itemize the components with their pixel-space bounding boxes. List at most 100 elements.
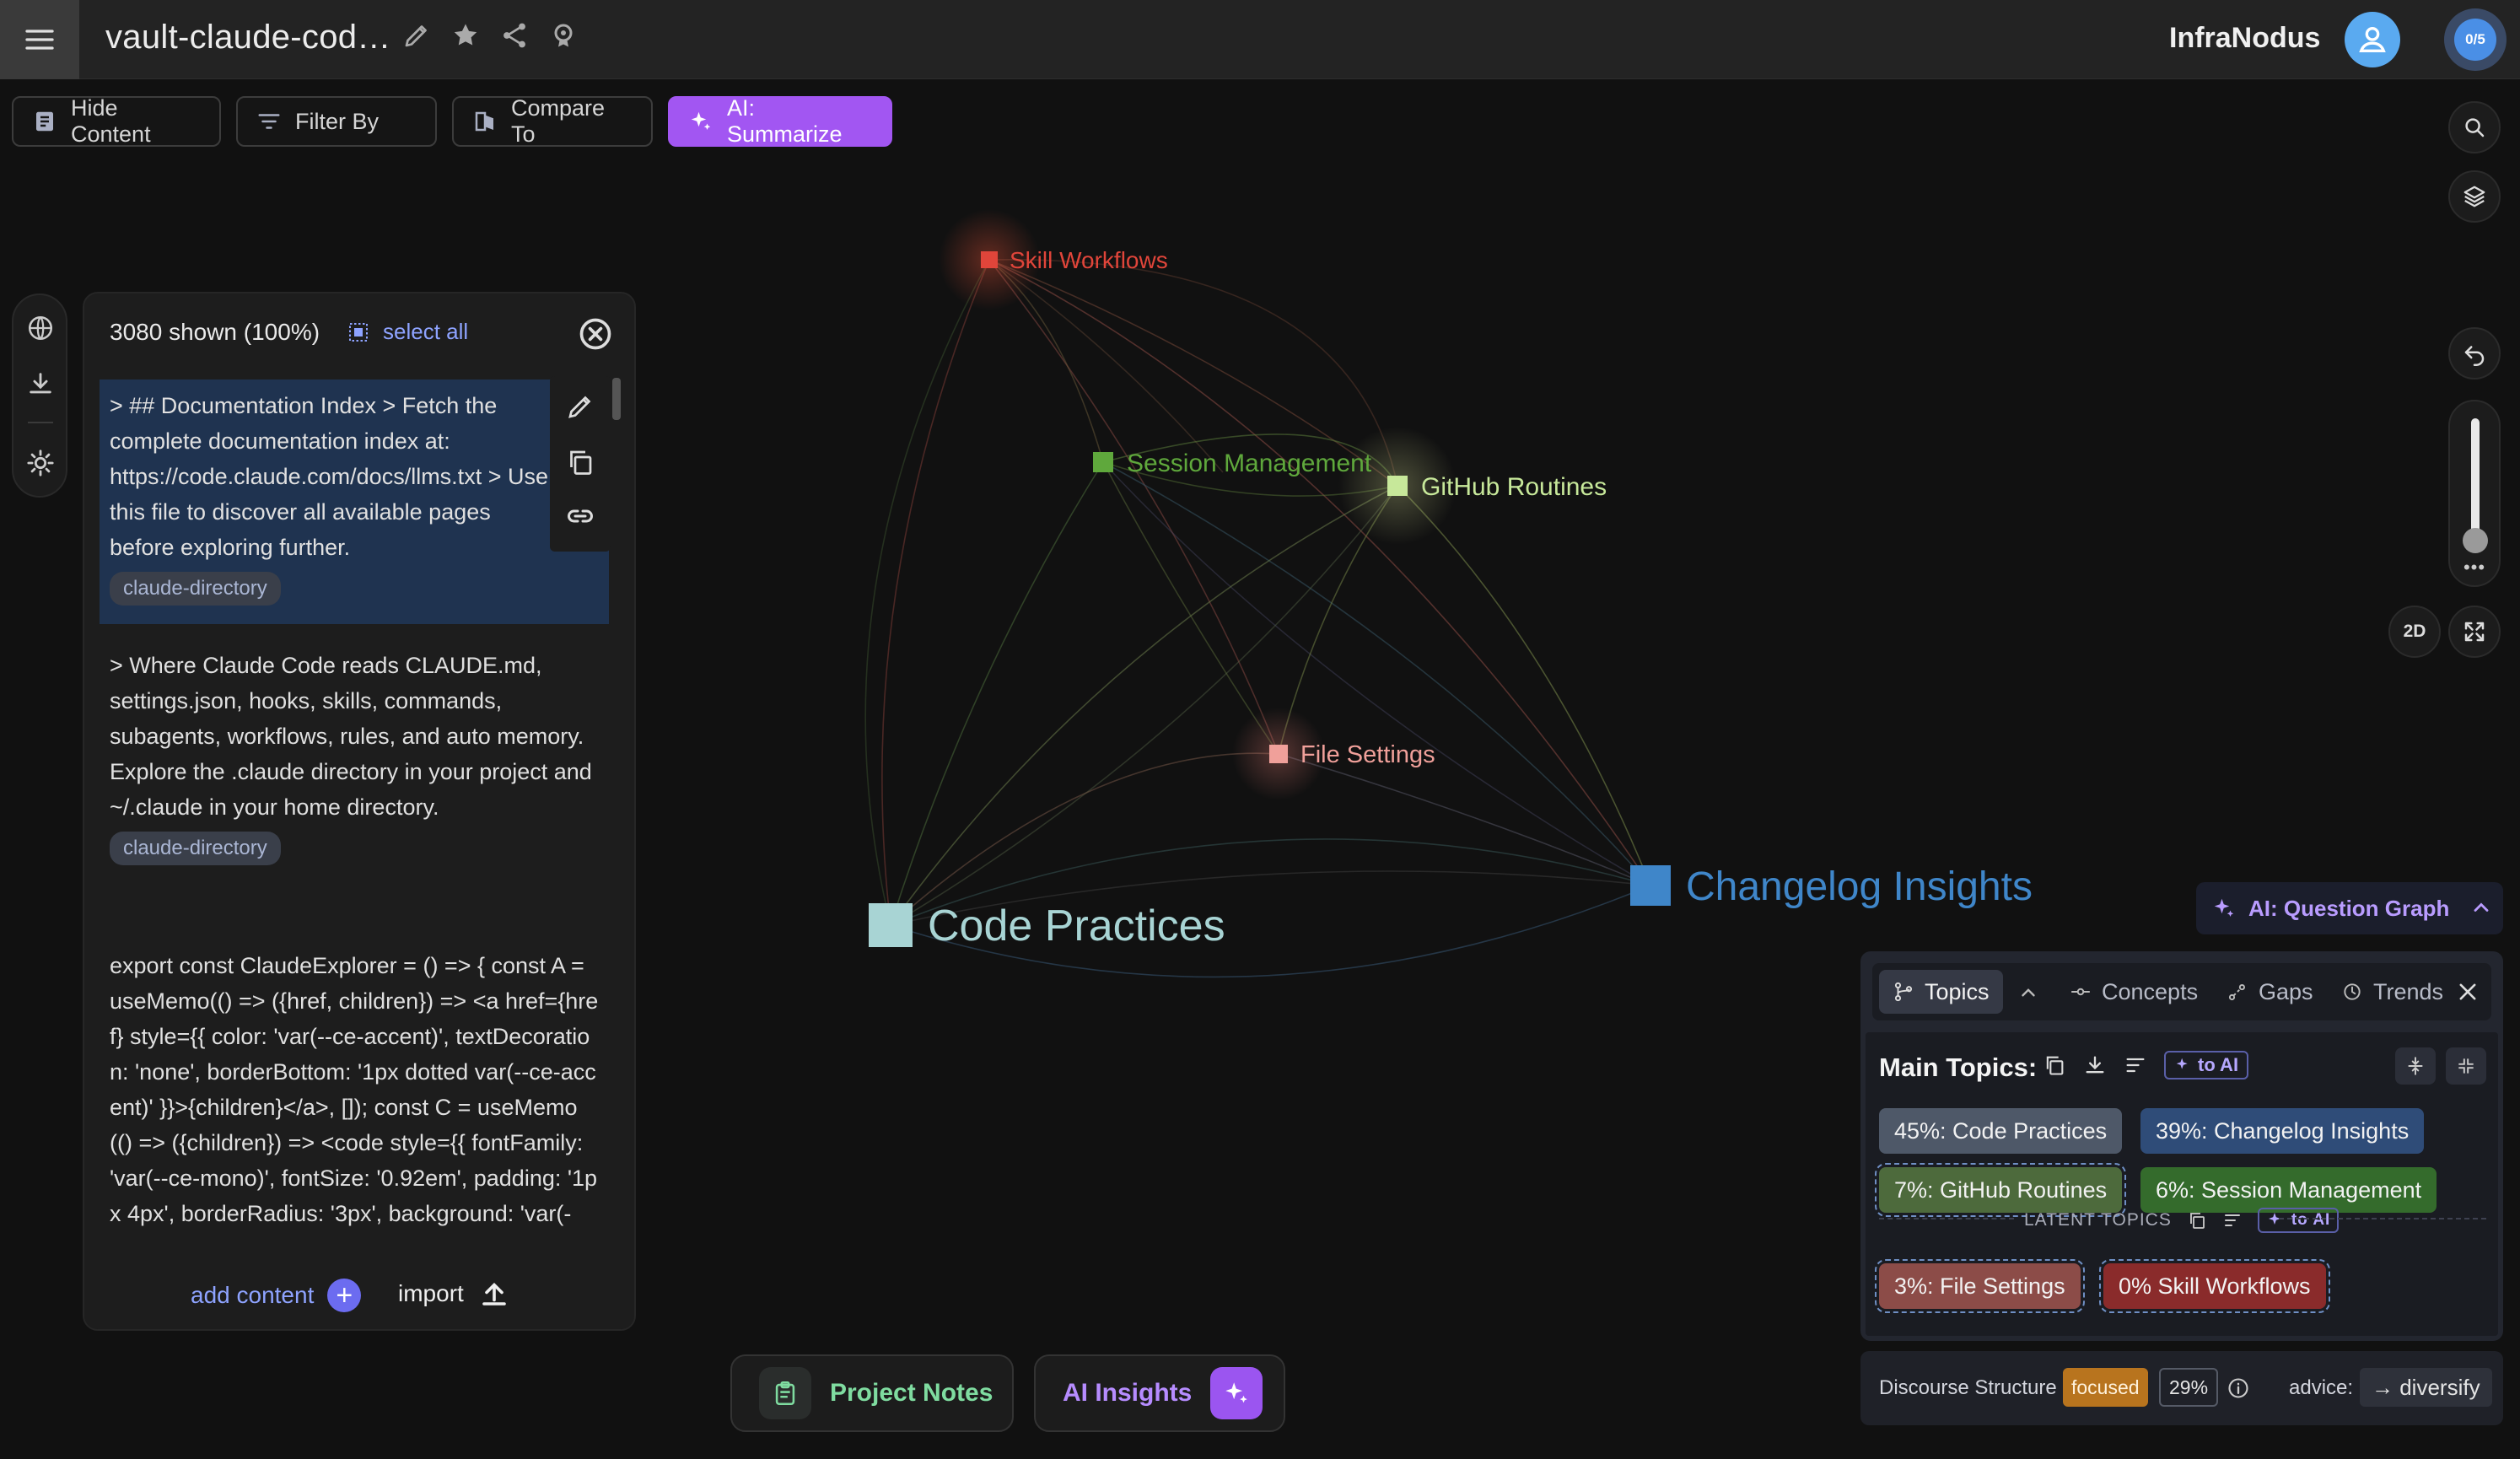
topic-chip[interactable]: 45%: Code Practices: [1879, 1108, 2123, 1154]
sparkle-icon: [2214, 898, 2234, 917]
graph-node[interactable]: GitHub Routines: [1387, 473, 1607, 501]
discourse-structure-bar: Discourse Structure focused 29% advice: …: [1860, 1351, 2503, 1425]
graph-node[interactable]: Session Management: [1093, 450, 1372, 477]
tab-trends[interactable]: Trends: [2328, 970, 2457, 1014]
undo-button[interactable]: [2448, 327, 2501, 380]
import-button[interactable]: import: [398, 1279, 509, 1309]
download-icon[interactable]: [2083, 1053, 2107, 1077]
filter-by-button[interactable]: Filter By: [236, 96, 437, 147]
graph-node[interactable]: Skill Workflows: [981, 247, 1168, 273]
copy-icon[interactable]: [565, 447, 595, 477]
copy-icon[interactable]: [2043, 1053, 2066, 1077]
zoom-slider-fill: [2471, 418, 2480, 545]
undo-icon: [2464, 346, 2485, 366]
expand-topics-button[interactable]: [2395, 1047, 2436, 1085]
compare-to-button[interactable]: Compare To: [452, 95, 653, 147]
graph-node-label[interactable]: Changelog Insights: [1686, 864, 2033, 909]
hide-content-button[interactable]: Hide Content: [12, 95, 221, 147]
menu-button[interactable]: [0, 0, 79, 79]
link-icon[interactable]: [565, 501, 595, 531]
ai-question-graph-button[interactable]: AI: Question Graph: [2196, 882, 2503, 934]
chevron-up-icon[interactable]: [2017, 982, 2039, 1004]
close-panel-icon[interactable]: [577, 315, 614, 353]
graph-node[interactable]: Code Practices: [869, 902, 1225, 950]
layers-button[interactable]: [2448, 170, 2501, 223]
user-account-button[interactable]: [2345, 12, 2400, 67]
list-filter-icon[interactable]: [2124, 1053, 2147, 1077]
graph-node-marker[interactable]: [981, 251, 998, 268]
graph-node-marker[interactable]: [1630, 865, 1671, 906]
tab-gaps[interactable]: Gaps: [2213, 970, 2327, 1014]
edit-icon[interactable]: [565, 391, 595, 422]
left-tool-rail: [12, 293, 67, 498]
add-content-button[interactable]: add content +: [191, 1279, 362, 1312]
content-entry[interactable]: > ## Documentation Index > Fetch the com…: [100, 380, 609, 624]
quota-button[interactable]: 0/5: [2444, 8, 2507, 71]
advice-button[interactable]: → diversify: [2360, 1368, 2492, 1407]
graph-node-label[interactable]: Skill Workflows: [1010, 247, 1168, 273]
discourse-status-badge[interactable]: focused: [2063, 1368, 2148, 1407]
graph-node[interactable]: File Settings: [1269, 741, 1435, 768]
graph-node[interactable]: Changelog Insights: [1630, 864, 2033, 909]
entry-text: export const ClaudeExplorer = () => { co…: [110, 953, 599, 1226]
graph-node-marker[interactable]: [1269, 745, 1288, 763]
sun-icon[interactable]: [26, 449, 55, 477]
add-content-label: add content: [191, 1282, 315, 1308]
panel-scrollbar[interactable]: [612, 378, 621, 420]
layers-icon: [2463, 186, 2485, 207]
collapse-icon: [2458, 1058, 2474, 1074]
download-icon[interactable]: [26, 369, 55, 398]
fit-graph-button[interactable]: [2448, 606, 2501, 658]
topic-label: 3%: File Settings: [1894, 1273, 2065, 1299]
latent-topic-chip[interactable]: 0% Skill Workflows: [2099, 1259, 2330, 1313]
collapse-topics-button[interactable]: [2446, 1047, 2486, 1085]
ai-summarize-button[interactable]: AI: Summarize: [668, 95, 892, 147]
latent-topic-chip[interactable]: 3%: File Settings: [1875, 1259, 2085, 1313]
ai-insights-label: AI Insights: [1063, 1379, 1193, 1407]
ai-question-graph-label: AI: Question Graph: [2248, 895, 2450, 921]
graph-node-marker[interactable]: [1093, 452, 1113, 472]
panel-footer: add content + import: [84, 1265, 634, 1329]
tab-concepts[interactable]: Concepts: [2056, 970, 2211, 1014]
topic-label: 39%: Changelog Insights: [2156, 1117, 2410, 1144]
shown-count: 3080 shown (100%): [110, 319, 320, 345]
to-ai-button[interactable]: to AI: [2257, 1208, 2340, 1233]
share-icon[interactable]: [499, 20, 530, 51]
tab-topics[interactable]: Topics: [1879, 970, 2003, 1014]
document-title[interactable]: vault-claude-cod…: [105, 19, 391, 57]
settings-badge-icon[interactable]: [548, 20, 579, 51]
zoom-slider[interactable]: •••: [2448, 400, 2501, 587]
hamburger-icon: [25, 30, 54, 50]
graph-node-label[interactable]: Code Practices: [928, 902, 1225, 950]
ai-insights-button[interactable]: AI Insights: [1034, 1354, 1285, 1432]
toggle-2d-button[interactable]: 2D: [2388, 606, 2441, 658]
entry-actions: [550, 376, 611, 552]
to-ai-button[interactable]: to AI: [2164, 1051, 2249, 1079]
analytics-tabs: Topics Concepts Gaps Trends: [1872, 963, 2491, 1020]
close-icon[interactable]: [2456, 980, 2480, 1004]
content-entry[interactable]: > Where Claude Code reads CLAUDE.md, set…: [100, 639, 609, 918]
content-entry[interactable]: export const ClaudeExplorer = () => { co…: [100, 939, 609, 1277]
graph-node-label[interactable]: GitHub Routines: [1421, 473, 1607, 501]
search-button[interactable]: [2448, 101, 2501, 153]
select-all-button[interactable]: select all: [346, 319, 468, 345]
topic-chip[interactable]: 39%: Changelog Insights: [2140, 1108, 2425, 1154]
advice-label: advice:: [2289, 1376, 2354, 1399]
graph-node-label[interactable]: File Settings: [1300, 741, 1435, 768]
copy-icon[interactable]: [2187, 1210, 2207, 1230]
entry-tag[interactable]: claude-directory: [110, 572, 281, 606]
info-icon[interactable]: [2227, 1376, 2250, 1400]
graph-node-label[interactable]: Session Management: [1127, 450, 1372, 477]
entry-tag[interactable]: claude-directory: [110, 832, 281, 865]
sparkle-icon: [2268, 1213, 2280, 1225]
chevron-up-icon[interactable]: [2469, 896, 2493, 919]
pencil-icon[interactable]: [401, 20, 432, 51]
more-options-icon[interactable]: •••: [2450, 557, 2499, 579]
globe-icon[interactable]: [26, 314, 55, 342]
graph-node-marker[interactable]: [1387, 476, 1408, 496]
project-notes-button[interactable]: Project Notes: [730, 1354, 1014, 1432]
graph-node-marker[interactable]: [869, 903, 913, 947]
zoom-slider-handle[interactable]: [2463, 528, 2488, 553]
list-filter-icon[interactable]: [2222, 1210, 2243, 1230]
star-icon[interactable]: [450, 20, 481, 51]
